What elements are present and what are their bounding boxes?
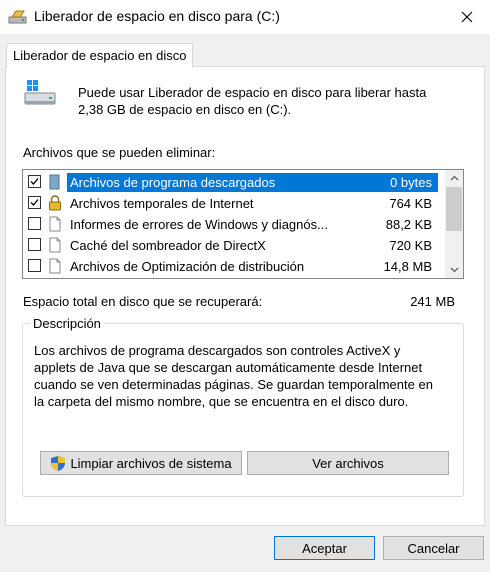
item-size: 14,8 MB	[383, 259, 432, 274]
vertical-scrollbar[interactable]	[445, 170, 463, 278]
clean-system-files-label: Limpiar archivos de sistema	[70, 455, 232, 471]
item-size: 88,2 KB	[385, 217, 432, 232]
ok-button[interactable]: Aceptar	[274, 536, 375, 560]
checkbox[interactable]	[28, 217, 41, 230]
scroll-up-button[interactable]	[445, 170, 463, 186]
item-name: Archivos de Optimización de distribución	[70, 259, 305, 274]
list-item[interactable]: Archivos temporales de Internet 764 KB	[23, 193, 444, 214]
checkbox[interactable]	[28, 259, 41, 272]
scroll-thumb[interactable]	[446, 187, 462, 231]
files-list-label: Archivos que se pueden eliminar:	[23, 145, 216, 160]
list-item[interactable]: Caché del sombreador de DirectX 720 KB	[23, 235, 444, 256]
intro-line-1: Puede usar Liberador de espacio en disco…	[78, 85, 427, 100]
document-icon	[49, 258, 61, 274]
checkbox[interactable]	[28, 175, 41, 188]
list-item[interactable]: Archivos de programa descargados 0 bytes	[23, 172, 444, 193]
check-icon	[30, 178, 39, 185]
chevron-down-icon	[450, 267, 458, 273]
drive-icon	[24, 80, 56, 105]
folder-icon	[49, 174, 60, 190]
description-line: applets de Java que se descargan automát…	[34, 360, 423, 375]
total-space-label: Espacio total en disco que se recuperará…	[23, 294, 263, 309]
description-line: la carpeta del mismo nombre, que se encu…	[34, 394, 409, 409]
check-icon	[30, 199, 39, 206]
scroll-down-button[interactable]	[445, 262, 463, 278]
tab-disk-cleanup[interactable]: Liberador de espacio en disco	[6, 43, 194, 68]
description-text: Los archivos de programa descargados son…	[34, 342, 454, 410]
view-files-button[interactable]: Ver archivos	[247, 451, 449, 475]
description-group: Descripción Los archivos de programa des…	[22, 316, 464, 497]
item-size: 0 bytes	[347, 173, 438, 192]
shield-icon	[51, 455, 66, 471]
description-title: Descripción	[30, 316, 104, 331]
item-name: Archivos temporales de Internet	[70, 196, 254, 211]
tab-panel: Puede usar Liberador de espacio en disco…	[5, 66, 485, 526]
checkbox[interactable]	[28, 238, 41, 251]
chevron-up-icon	[450, 175, 458, 181]
checkbox[interactable]	[28, 196, 41, 209]
item-size: 764 KB	[389, 196, 432, 211]
files-listbox[interactable]: Archivos de programa descargados 0 bytes…	[22, 169, 464, 279]
title-bar: Liberador de espacio en disco para (C:)	[0, 0, 490, 34]
total-space-value: 241 MB	[410, 294, 455, 309]
item-size: 720 KB	[389, 238, 432, 253]
item-name: Caché del sombreador de DirectX	[70, 238, 266, 253]
description-line: Los archivos de programa descargados son…	[34, 343, 401, 358]
drive-cleanup-icon	[8, 10, 27, 24]
lock-icon	[49, 195, 61, 211]
intro-line-2: 2,38 GB de espacio en disco en (C:).	[78, 102, 292, 117]
cancel-button[interactable]: Cancelar	[383, 536, 484, 560]
clean-system-files-button[interactable]: Limpiar archivos de sistema	[40, 451, 242, 475]
item-name: Archivos de programa descargados	[67, 173, 350, 192]
item-name: Informes de errores de Windows y diagnós…	[70, 217, 328, 232]
window-title: Liberador de espacio en disco para (C:)	[34, 8, 280, 24]
list-item[interactable]: Informes de errores de Windows y diagnós…	[23, 214, 444, 235]
intro-text: Puede usar Liberador de espacio en disco…	[78, 84, 478, 118]
description-line: cuando se ven determinadas páginas. Se g…	[34, 377, 433, 392]
close-button[interactable]	[444, 0, 490, 34]
document-icon	[49, 216, 61, 232]
close-icon	[461, 11, 473, 23]
list-item[interactable]: Archivos de Optimización de distribución…	[23, 256, 444, 277]
document-icon	[49, 237, 61, 253]
